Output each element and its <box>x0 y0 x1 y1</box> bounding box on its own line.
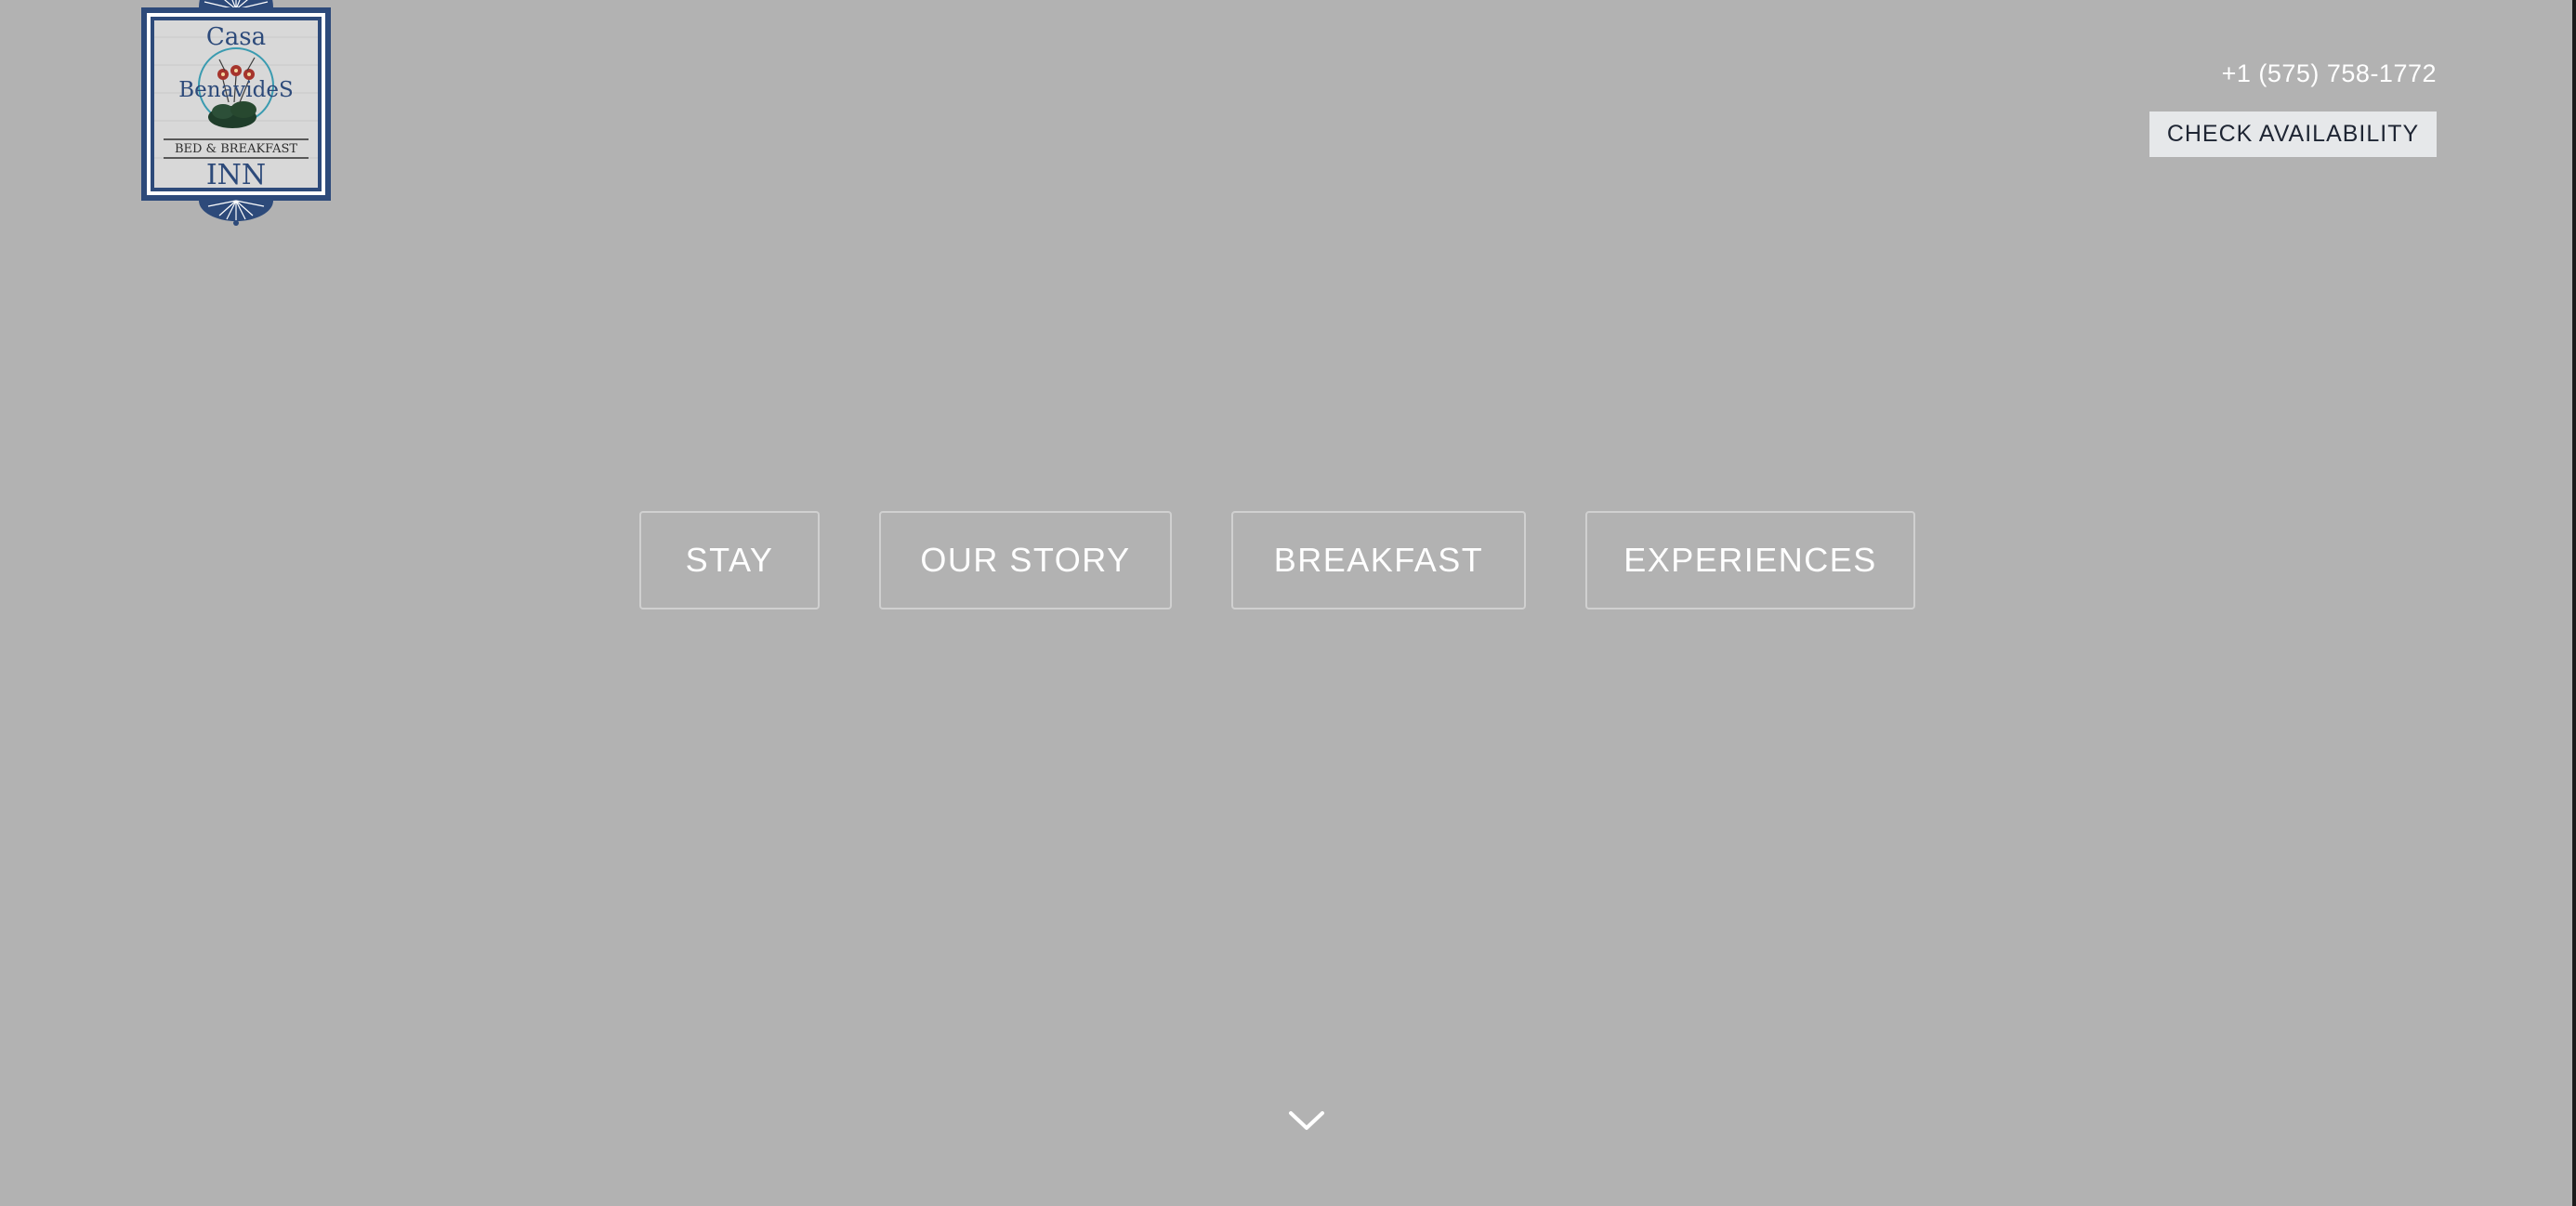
window-edge <box>2572 0 2576 1206</box>
nav-breakfast-button[interactable]: BREAKFAST <box>1231 511 1526 610</box>
nav-stay-button[interactable]: STAY <box>639 511 820 610</box>
hero-section: Casa BenavideS BED & BREAKFAST INN +1 (5… <box>0 0 2576 1206</box>
chevron-down-icon <box>1289 1111 1324 1130</box>
svg-text:INN: INN <box>206 159 266 191</box>
site-logo[interactable]: Casa BenavideS BED & BREAKFAST INN <box>139 0 333 227</box>
svg-text:Casa: Casa <box>206 23 266 51</box>
casa-benavides-logo-icon: Casa BenavideS BED & BREAKFAST INN <box>141 0 331 226</box>
phone-number[interactable]: +1 (575) 758-1772 <box>2222 59 2437 88</box>
check-availability-button[interactable]: CHECK AVAILABILITY <box>2149 111 2437 157</box>
scroll-down-button[interactable] <box>1288 1108 1325 1134</box>
svg-text:BED & BREAKFAST: BED & BREAKFAST <box>175 142 297 156</box>
nav-experiences-button[interactable]: EXPERIENCES <box>1585 511 1915 610</box>
nav-our-story-button[interactable]: OUR STORY <box>879 511 1172 610</box>
svg-text:BenavideS: BenavideS <box>178 78 293 102</box>
